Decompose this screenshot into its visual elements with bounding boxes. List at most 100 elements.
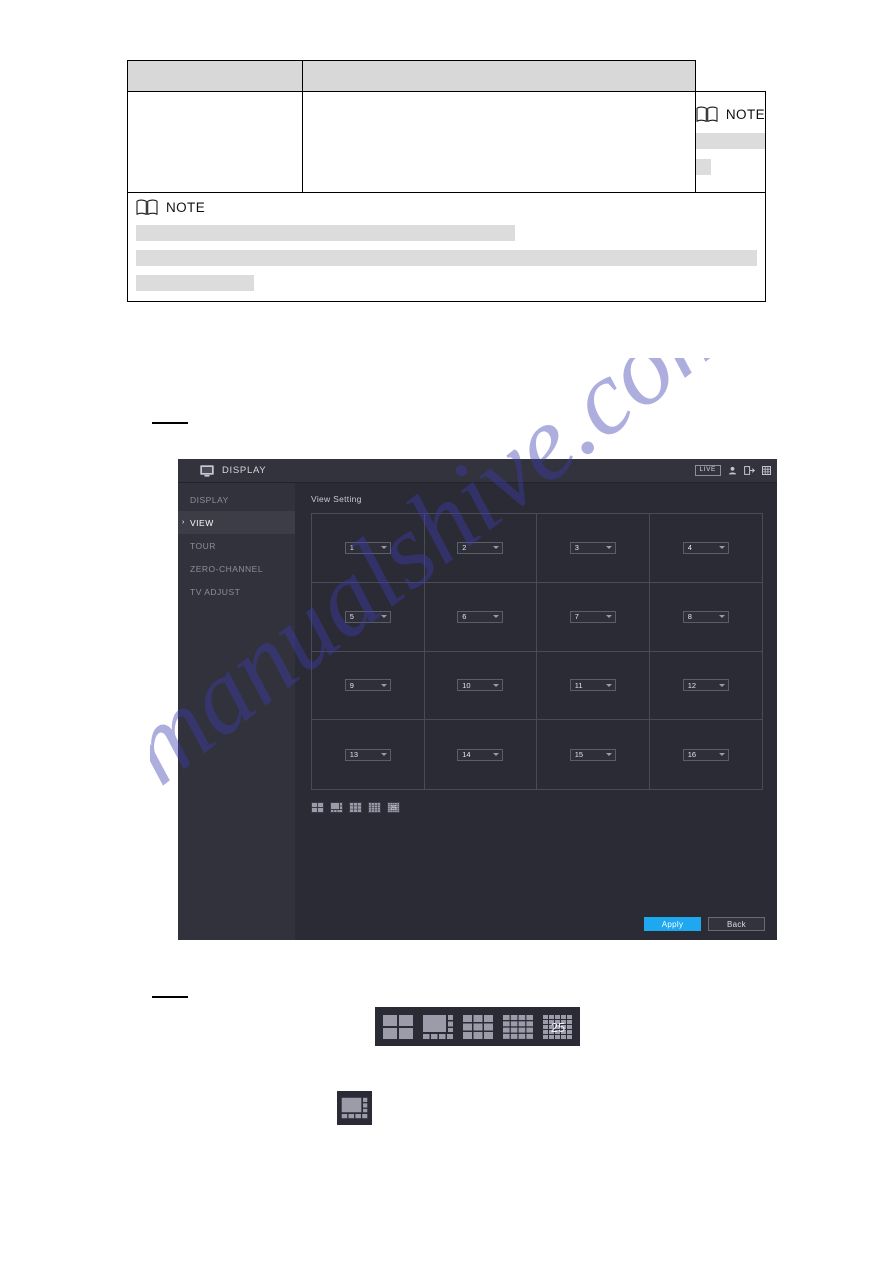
channel-value: 2 xyxy=(462,543,467,553)
split-16-icon[interactable] xyxy=(500,1012,535,1041)
channel-select[interactable]: 15 xyxy=(569,748,616,761)
sidebar-item-label: TV ADJUST xyxy=(190,586,241,597)
channel-select[interactable]: 4 xyxy=(682,541,729,554)
view-cell[interactable]: 15 xyxy=(537,720,650,789)
channel-select[interactable]: 1 xyxy=(344,541,391,554)
view-cell[interactable]: 8 xyxy=(649,583,762,652)
channel-select[interactable]: 10 xyxy=(457,679,504,692)
sidebar-item-tv-adjust[interactable]: TV ADJUST xyxy=(178,580,295,603)
channel-value: 16 xyxy=(687,749,697,759)
split-9-icon[interactable] xyxy=(349,802,362,813)
split-16-icon[interactable] xyxy=(368,802,381,813)
channel-select[interactable]: 11 xyxy=(569,679,616,692)
sidebar-item-label: VIEW xyxy=(190,517,214,528)
split-25-label: 25 xyxy=(390,805,396,811)
redacted-text xyxy=(136,225,515,241)
table-note-row: NOTE xyxy=(127,192,766,302)
channel-value: 14 xyxy=(462,749,471,759)
sidebar-item-display[interactable]: DISPLAY xyxy=(178,488,295,511)
channel-select[interactable]: 12 xyxy=(682,679,729,692)
table-cell-note: NOTE xyxy=(127,192,766,302)
chevron-right-icon: › xyxy=(182,519,185,526)
chevron-down-icon xyxy=(493,753,500,757)
table-header-cell-1 xyxy=(127,60,303,92)
view-cell[interactable]: 10 xyxy=(424,651,537,721)
sidebar-item-label: TOUR xyxy=(190,540,216,551)
view-cell[interactable]: 2 xyxy=(424,514,537,583)
note-block-inner: NOTE xyxy=(696,106,765,123)
split-9-icon[interactable] xyxy=(460,1012,495,1041)
split-6-icon[interactable] xyxy=(340,1095,369,1121)
channel-value: 11 xyxy=(574,680,583,690)
user-icon[interactable] xyxy=(728,466,737,475)
enlarged-layout-icon-single xyxy=(337,1091,372,1125)
view-cell[interactable]: 9 xyxy=(312,651,425,721)
split-4-icon[interactable] xyxy=(380,1012,415,1041)
dvr-display-window: DISPLAY LIVE DISPLAY › VIEW TOUR ZERO-CH… xyxy=(178,459,777,940)
split-25-label: 25 xyxy=(550,1020,564,1035)
note-block-outer: NOTE xyxy=(136,199,757,216)
split-25-icon[interactable]: 25 xyxy=(540,1012,575,1041)
split-4-icon[interactable] xyxy=(311,802,324,813)
book-icon xyxy=(696,106,718,122)
view-cell[interactable]: 14 xyxy=(425,720,537,789)
chevron-down-icon xyxy=(605,615,612,619)
note-label-inner: NOTE xyxy=(725,107,765,122)
table-cell-param xyxy=(301,91,696,193)
chevron-down-icon xyxy=(718,615,725,619)
channel-value: 9 xyxy=(349,680,354,690)
specification-table: NOTE NOTE xyxy=(127,60,767,302)
view-cell[interactable]: 13 xyxy=(312,720,425,789)
channel-select[interactable]: 13 xyxy=(344,748,391,761)
chevron-down-icon xyxy=(380,615,387,619)
channel-value: 10 xyxy=(462,680,471,690)
channel-value: 7 xyxy=(574,611,579,621)
channel-select[interactable]: 7 xyxy=(569,610,616,623)
table-header-row xyxy=(127,60,766,92)
sidebar-item-tour[interactable]: TOUR xyxy=(178,534,295,557)
split-25-icon[interactable]: 25 xyxy=(387,802,400,813)
view-cell[interactable]: 16 xyxy=(650,720,763,789)
channel-select[interactable]: 16 xyxy=(682,748,729,761)
channel-select[interactable]: 8 xyxy=(682,610,729,623)
view-setting-label: View Setting xyxy=(311,494,362,504)
chevron-down-icon xyxy=(718,683,725,687)
table-header-cell-2 xyxy=(301,60,696,92)
view-cell[interactable]: 1 xyxy=(312,514,425,583)
channel-select[interactable]: 6 xyxy=(457,610,504,623)
live-badge: LIVE xyxy=(694,465,721,476)
channel-select[interactable]: 2 xyxy=(457,541,504,554)
view-cell[interactable]: 11 xyxy=(537,651,650,721)
apply-button[interactable]: Apply xyxy=(644,917,701,931)
logout-icon[interactable] xyxy=(744,466,755,475)
split-6-icon[interactable] xyxy=(420,1012,455,1041)
view-cell[interactable]: 5 xyxy=(312,582,425,652)
split-6-icon[interactable] xyxy=(330,802,343,813)
note-label-outer: NOTE xyxy=(166,200,206,215)
view-cell[interactable]: 6 xyxy=(424,582,537,652)
chevron-down-icon xyxy=(380,683,387,687)
channel-select[interactable]: 5 xyxy=(344,610,391,623)
channel-select[interactable]: 3 xyxy=(569,541,616,554)
sidebar-item-label: DISPLAY xyxy=(190,494,229,505)
view-cell[interactable]: 7 xyxy=(537,582,650,652)
channel-value: 13 xyxy=(349,749,359,759)
sidebar-item-zero-channel[interactable]: ZERO-CHANNEL xyxy=(178,557,295,580)
dvr-body: DISPLAY › VIEW TOUR ZERO-CHANNEL TV ADJU… xyxy=(178,483,777,940)
view-cell[interactable]: 3 xyxy=(537,514,650,583)
layout-selector-strip: 25 xyxy=(311,802,763,813)
channel-value: 12 xyxy=(687,680,697,690)
view-cell[interactable]: 12 xyxy=(649,652,762,721)
dvr-title-bar: DISPLAY LIVE xyxy=(178,459,777,483)
channel-select[interactable]: 9 xyxy=(344,679,391,692)
channel-value: 15 xyxy=(574,749,584,759)
redacted-text xyxy=(136,250,757,266)
channel-select[interactable]: 14 xyxy=(457,748,504,761)
back-button[interactable]: Back xyxy=(708,917,765,931)
channel-value: 6 xyxy=(462,611,467,621)
chevron-down-icon xyxy=(380,546,387,550)
grid-icon[interactable] xyxy=(762,466,771,475)
chevron-down-icon xyxy=(718,753,725,757)
view-cell[interactable]: 4 xyxy=(649,514,762,583)
sidebar-item-view[interactable]: › VIEW xyxy=(178,511,295,534)
